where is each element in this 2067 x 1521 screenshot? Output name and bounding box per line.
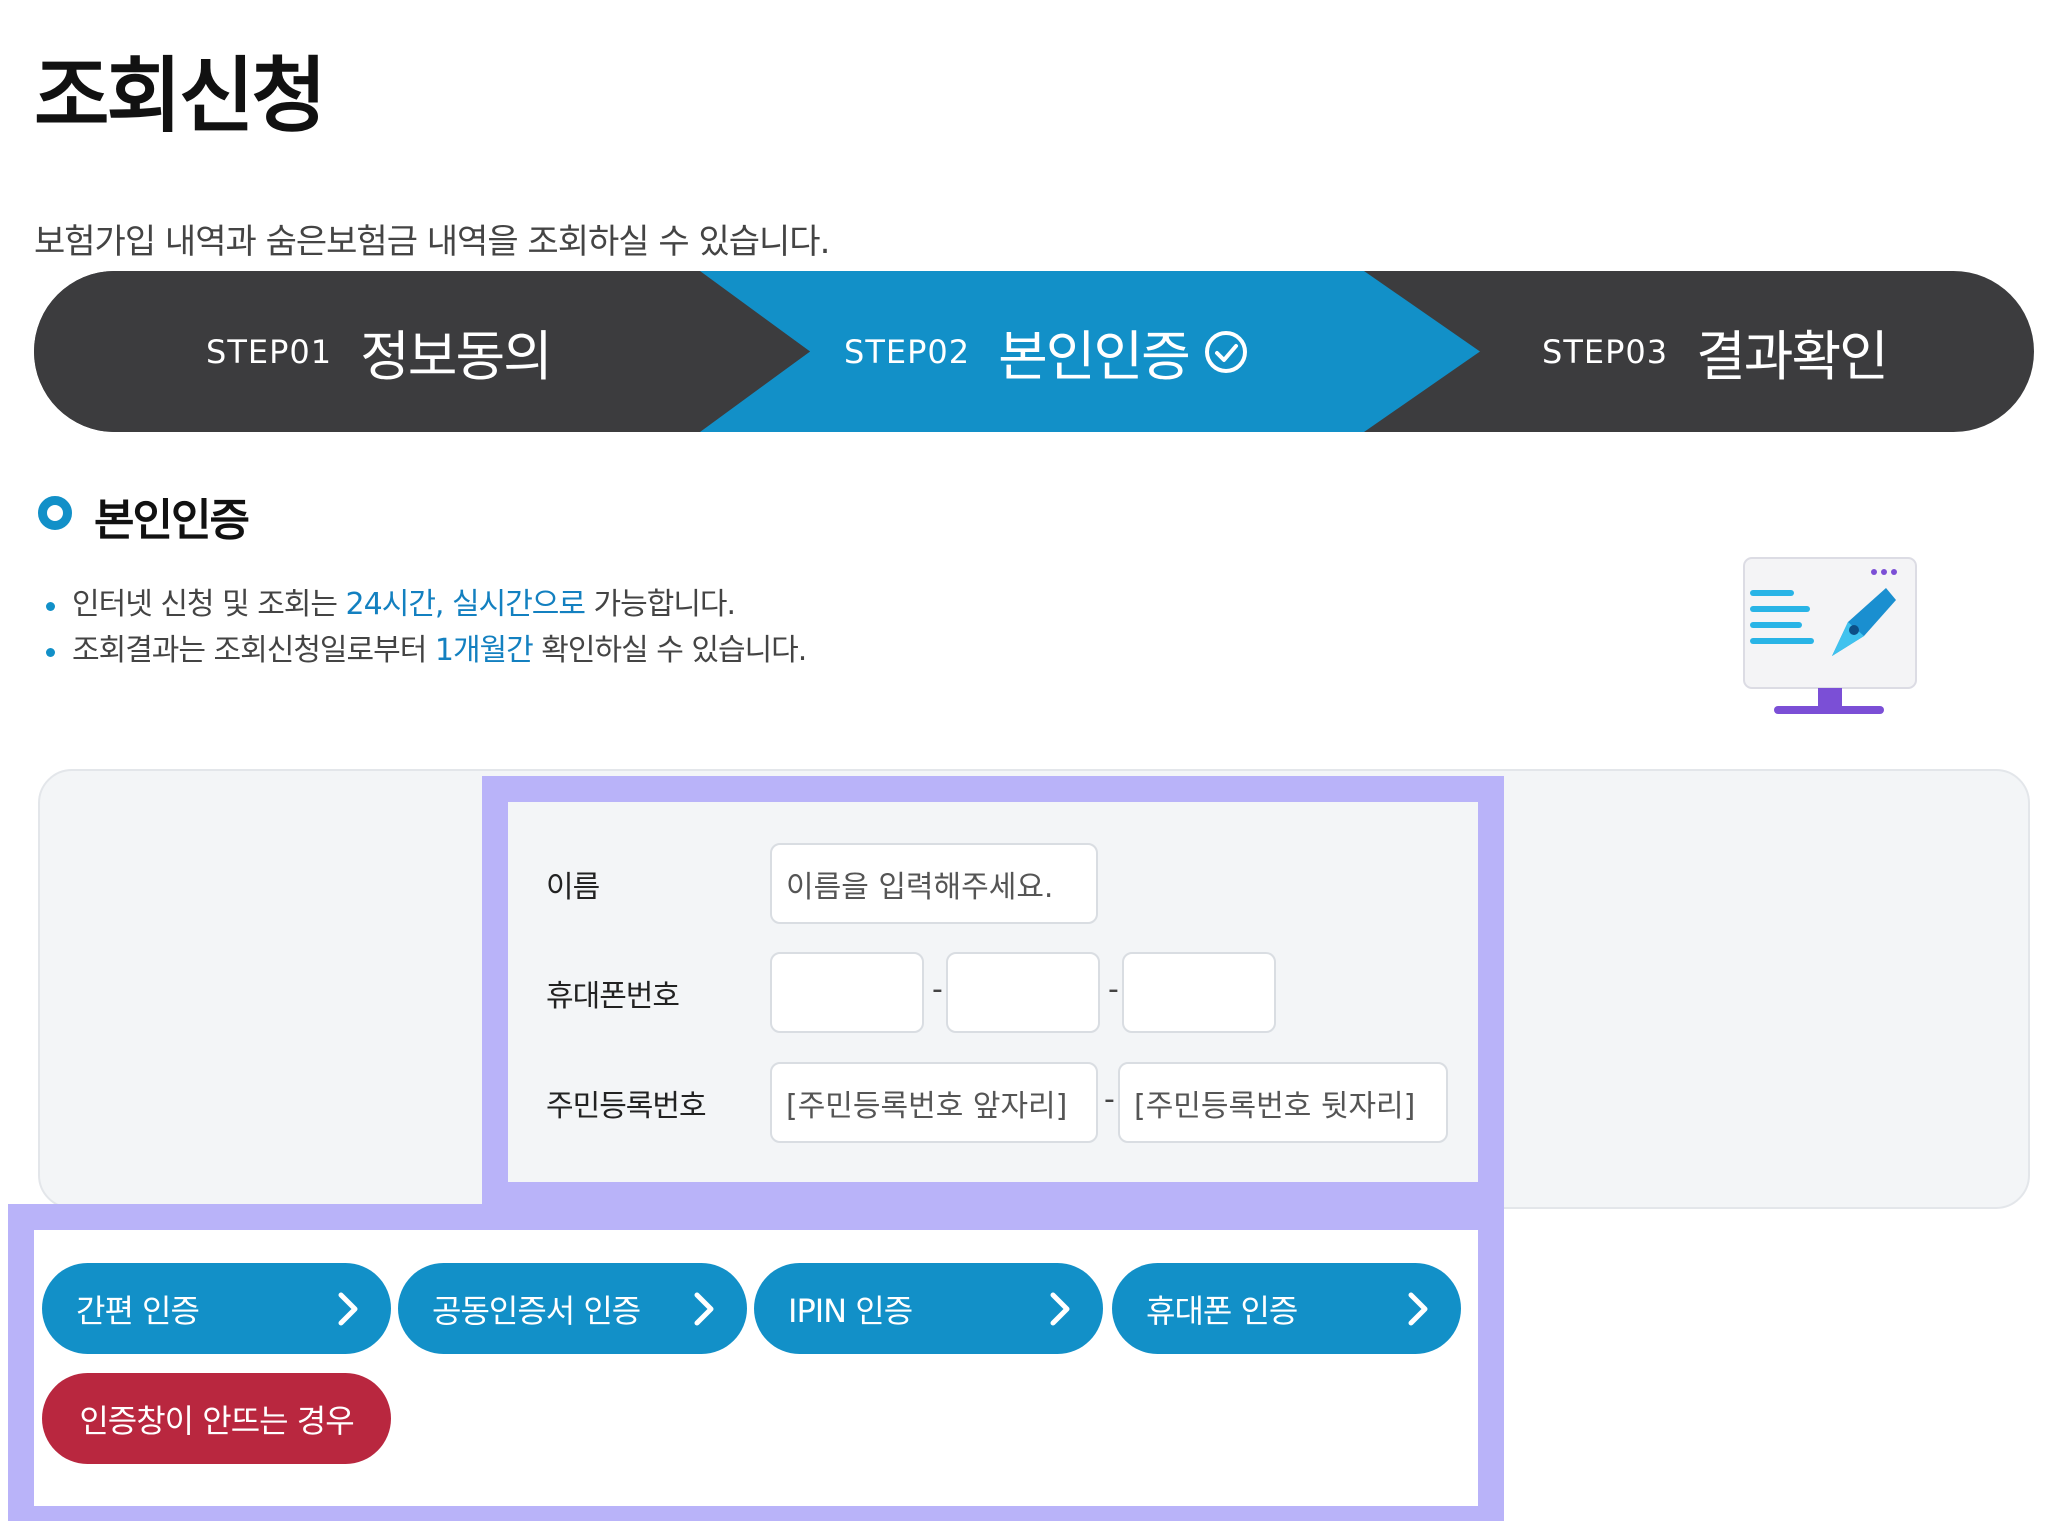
rrn-separator: - [1104, 1082, 1115, 1117]
rrn-front-input[interactable]: [주민등록번호 앞자리] [770, 1062, 1098, 1143]
name-input[interactable]: 이름을 입력해주세요. [770, 843, 1098, 924]
info-list: 인터넷 신청 및 조회는 24시간, 실시간으로 가능합니다. 조회결과는 조회… [44, 582, 807, 674]
rrn-front-placeholder: [주민등록번호 앞자리] [786, 1088, 1068, 1124]
monitor-pen-icon [1743, 557, 1917, 714]
ipin-auth-button[interactable]: IPIN 인증 [754, 1263, 1103, 1354]
phone-input-part1[interactable] [770, 952, 924, 1033]
check-circle-icon [1204, 330, 1247, 373]
chevron-right-icon [338, 1292, 358, 1325]
info-item: 조회결과는 조회신청일로부터 1개월간 확인하실 수 있습니다. [44, 628, 807, 674]
step-label: 결과확인 [1696, 325, 1889, 388]
step-2: STEP02 본인인증 [844, 271, 1249, 432]
phone-auth-button[interactable]: 휴대폰 인증 [1112, 1263, 1461, 1354]
button-label: 휴대폰 인증 [1146, 1291, 1298, 1330]
page-subtitle: 보험가입 내역과 숨은보험금 내역을 조회하실 수 있습니다. [34, 222, 830, 262]
button-label: 인증창이 안뜨는 경우 [79, 1401, 354, 1440]
phone-input-part2[interactable] [946, 952, 1100, 1033]
auth-window-help-button[interactable]: 인증창이 안뜨는 경우 [42, 1373, 391, 1464]
cert-auth-button[interactable]: 공동인증서 인증 [398, 1263, 747, 1354]
section-title: 본인인증 [94, 495, 250, 546]
rrn-label: 주민등록번호 [546, 1089, 707, 1124]
phone-input-part3[interactable] [1122, 952, 1276, 1033]
chevron-right-icon [694, 1292, 714, 1325]
step-number: STEP02 [844, 332, 971, 371]
chevron-right-icon [1408, 1292, 1428, 1325]
rrn-back-input[interactable]: [주민등록번호 뒷자리] [1118, 1062, 1448, 1143]
step-number: STEP03 [1542, 332, 1669, 371]
simple-auth-button[interactable]: 간편 인증 [42, 1263, 391, 1354]
info-item: 인터넷 신청 및 조회는 24시간, 실시간으로 가능합니다. [44, 582, 806, 628]
step-3: STEP03 결과확인 [1542, 271, 1889, 432]
step-progress-bar: STEP01 정보동의 STEP02 본인인증 STEP03 결과확인 [34, 271, 2034, 432]
button-label: 공동인증서 인증 [432, 1291, 641, 1330]
step-1: STEP01 정보동의 [206, 271, 553, 432]
rrn-back-placeholder: [주민등록번호 뒷자리] [1134, 1088, 1416, 1124]
name-placeholder: 이름을 입력해주세요. [786, 869, 1054, 905]
step-number: STEP01 [206, 332, 333, 371]
phone-separator: - [1108, 972, 1119, 1007]
phone-label: 휴대폰번호 [546, 979, 680, 1014]
step-label: 본인인증 [998, 325, 1191, 388]
button-label: 간편 인증 [76, 1291, 200, 1330]
phone-separator: - [932, 972, 943, 1007]
highlight-frame-buttons [8, 1204, 1504, 1521]
page-title: 조회신청 [34, 49, 327, 144]
section-bullet-icon [38, 496, 72, 530]
button-label: IPIN 인증 [788, 1291, 913, 1330]
name-label: 이름 [546, 870, 600, 905]
chevron-right-icon [1050, 1292, 1070, 1325]
step-label: 정보동의 [360, 325, 553, 388]
